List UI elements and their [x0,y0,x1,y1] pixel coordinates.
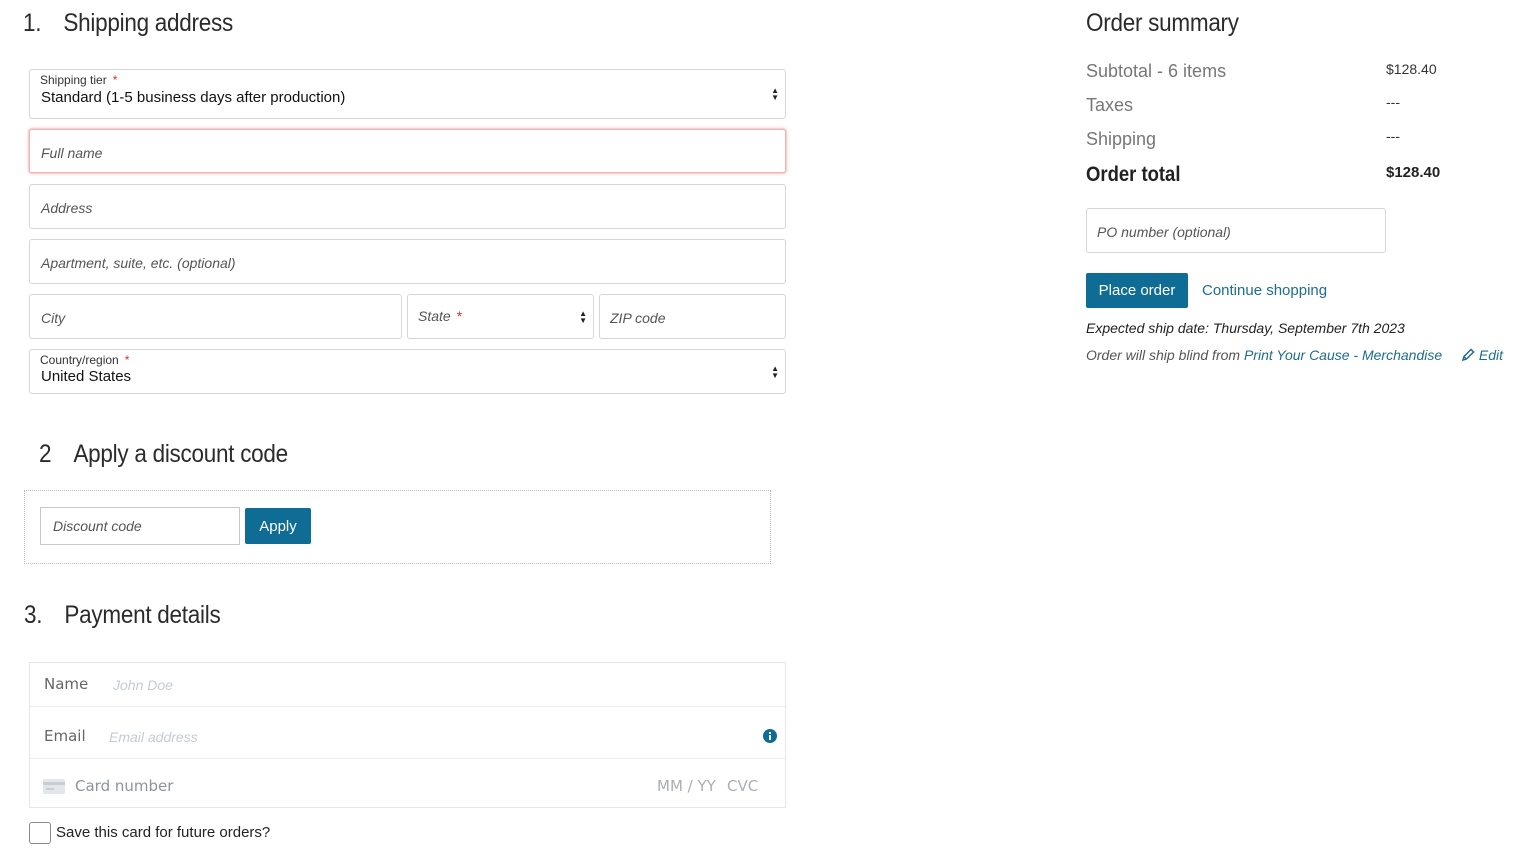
city-input[interactable]: City [29,294,402,339]
order-total-value: $128.40 [1386,164,1441,181]
discount-heading-text: Apply a discount code [73,440,288,468]
info-icon[interactable] [763,729,777,743]
payment-heading: 3. Payment details [24,601,221,630]
select-arrows-icon: ▲ ▼ [771,86,779,102]
shipping-tier-value: Standard (1-5 business days after produc… [41,89,346,106]
ship-blind-prefix: Order will ship blind from [1086,347,1241,363]
shipping-value: --- [1386,128,1400,144]
country-select[interactable]: Country/region * United States ▲ ▼ [29,349,786,394]
discount-heading: 2 Apply a discount code [39,440,288,469]
shipping-heading-number: 1. [23,9,42,37]
country-label: Country/region * [40,353,129,367]
ship-blind-line: Order will ship blind from Print Your Ca… [1086,347,1442,363]
continue-shopping-link[interactable]: Continue shopping [1202,282,1327,299]
edit-label: Edit [1478,347,1504,363]
apartment-input[interactable]: Apartment, suite, etc. (optional) [29,239,786,284]
discount-panel: Discount code Apply [24,490,771,564]
cvc-placeholder[interactable]: CVC [727,777,758,795]
order-summary-heading: Order summary [1086,9,1239,37]
edit-link[interactable]: Edit [1461,347,1504,363]
payment-email-label: Email [44,727,86,745]
payment-form: Name John Doe Email Email address Card n… [29,662,786,808]
subtotal-label: Subtotal - 6 items [1086,61,1227,81]
card-number-placeholder: Card number [75,777,174,795]
select-arrows-icon: ▲ ▼ [579,308,587,325]
address-input[interactable]: Address [29,184,786,229]
payment-name-placeholder: John Doe [113,677,173,693]
expiry-placeholder[interactable]: MM / YY [657,777,716,795]
payment-email-placeholder: Email address [109,729,198,745]
order-total-label: Order total [1086,163,1181,186]
zip-placeholder: ZIP code [610,310,666,326]
po-number-placeholder: PO number (optional) [1097,224,1231,240]
city-placeholder: City [41,310,66,326]
po-number-input[interactable]: PO number (optional) [1086,208,1386,253]
full-name-placeholder: Full name [41,145,103,161]
taxes-label: Taxes [1086,95,1134,115]
expected-ship-date: Expected ship date: Thursday, September … [1086,320,1405,336]
payment-email-row[interactable]: Email Email address [30,707,785,759]
credit-card-icon [43,779,65,794]
state-placeholder: State * [418,308,462,324]
place-order-button[interactable]: Place order [1086,273,1188,308]
address-placeholder: Address [41,200,93,216]
payment-heading-number: 3. [24,601,43,629]
shipping-tier-select[interactable]: Shipping tier * Standard (1-5 business da… [29,69,786,119]
ship-blind-store-link[interactable]: Print Your Cause - Merchandise [1244,347,1442,363]
save-card-checkbox[interactable] [29,822,51,844]
taxes-value: --- [1386,94,1400,110]
country-value: United States [41,368,132,385]
required-asterisk: * [456,308,463,324]
shipping-heading-text: Shipping address [63,9,233,37]
full-name-input[interactable]: Full name [29,129,786,173]
apply-button[interactable]: Apply [245,508,311,544]
required-asterisk: * [124,353,130,367]
state-select[interactable]: State * ▲ ▼ [407,294,594,339]
discount-code-input[interactable]: Discount code [40,507,240,545]
discount-heading-number: 2 [39,440,52,468]
payment-name-row[interactable]: Name John Doe [30,663,785,707]
shipping-heading: 1. Shipping address [23,9,233,38]
select-arrows-icon: ▲ ▼ [771,363,779,380]
subtotal-value: $128.40 [1386,61,1437,77]
payment-card-row[interactable]: Card number MM / YY CVC [30,759,785,809]
payment-heading-text: Payment details [64,601,221,629]
discount-code-placeholder: Discount code [53,518,142,534]
zip-input[interactable]: ZIP code [599,294,786,339]
save-card-label: Save this card for future orders? [56,824,271,841]
shipping-tier-label: Shipping tier * [40,73,117,87]
required-asterisk: * [112,73,118,87]
payment-name-label: Name [44,675,89,693]
shipping-tier-label-text: Shipping tier [40,73,107,87]
state-placeholder-text: State [418,308,451,324]
pencil-icon [1461,348,1475,362]
shipping-label: Shipping [1086,129,1157,149]
apartment-placeholder: Apartment, suite, etc. (optional) [41,255,236,271]
country-label-text: Country/region [40,353,119,367]
